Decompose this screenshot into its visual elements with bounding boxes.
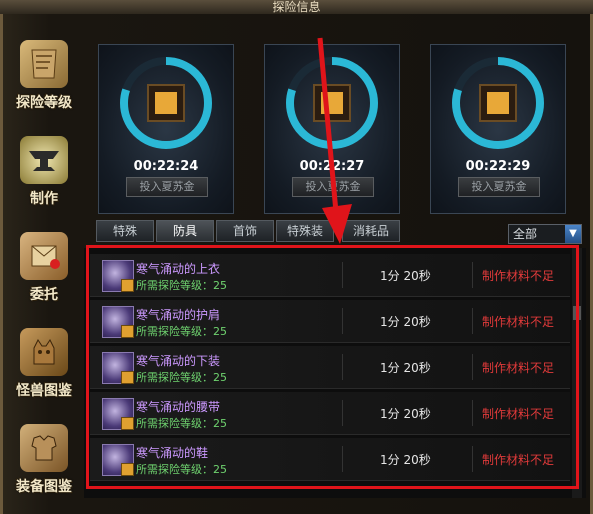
filter-value: 全部 bbox=[513, 227, 538, 241]
item-requirement: 所需探险等级：25 bbox=[136, 417, 227, 430]
status-text: 制作材料不足 bbox=[482, 269, 555, 283]
sidebar-item-label: 委托 bbox=[30, 287, 58, 303]
item-icon bbox=[102, 306, 134, 338]
sidebar-item-craft[interactable]: 制作 bbox=[7, 130, 81, 226]
craft-duration: 1分 20秒 bbox=[380, 453, 431, 467]
tab-special-equipment[interactable]: 特殊装 bbox=[276, 220, 334, 242]
invest-gold-button[interactable]: 投入夏苏金 bbox=[458, 177, 540, 197]
sidebar-item-label: 探险等级 bbox=[16, 95, 72, 111]
countdown-time: 00:22:24 bbox=[133, 159, 199, 174]
main-panel: 00:22:24 投入夏苏金 00:22:27 投入夏苏金 00:22:29 投… bbox=[84, 34, 586, 514]
item-requirement: 所需探险等级：25 bbox=[136, 325, 227, 338]
armor-icon bbox=[20, 424, 68, 472]
countdown-time: 00:22:27 bbox=[299, 159, 365, 174]
tab-accessory[interactable]: 首饰 bbox=[216, 220, 274, 242]
timer-card: 00:22:24 投入夏苏金 bbox=[98, 44, 234, 214]
status-text: 制作材料不足 bbox=[482, 453, 555, 467]
list-item[interactable]: 寒气涌动的下装 所需探险等级：25 1分 20秒 制作材料不足 bbox=[90, 346, 570, 389]
sidebar-item-label: 制作 bbox=[30, 191, 58, 207]
item-icon bbox=[102, 352, 134, 384]
list-item[interactable]: 寒气涌动的腰带 所需探险等级：25 1分 20秒 制作材料不足 bbox=[90, 392, 570, 435]
item-name: 寒气涌动的上衣 bbox=[136, 262, 221, 276]
sidebar-item-level[interactable]: 探险等级 bbox=[7, 34, 81, 130]
window-title: 探险信息 bbox=[0, 0, 593, 15]
sidebar-item-commission[interactable]: 委托 bbox=[7, 226, 81, 322]
item-requirement: 所需探险等级：25 bbox=[136, 279, 227, 292]
recipe-list: 寒气涌动的上衣 所需探险等级：25 1分 20秒 制作材料不足 寒气涌动的护肩 … bbox=[84, 248, 586, 498]
progress-ring bbox=[120, 57, 212, 149]
tab-armor[interactable]: 防具 bbox=[156, 220, 214, 242]
sidebar-item-equipment[interactable]: 装备图鉴 bbox=[7, 418, 81, 514]
scroll-thumb[interactable] bbox=[573, 306, 581, 320]
craft-duration: 1分 20秒 bbox=[380, 407, 431, 421]
list-item[interactable]: 寒气涌动的上衣 所需探险等级：25 1分 20秒 制作材料不足 bbox=[90, 254, 570, 297]
item-icon bbox=[102, 398, 134, 430]
category-tabs: 特殊 防具 首饰 特殊装 消耗品 全部 ▼ bbox=[84, 220, 586, 244]
list-scrollbar[interactable] bbox=[572, 248, 582, 498]
invest-gold-button[interactable]: 投入夏苏金 bbox=[126, 177, 208, 197]
countdown-time: 00:22:29 bbox=[465, 159, 531, 174]
monster-icon bbox=[20, 328, 68, 376]
list-item[interactable]: 寒气涌动的鞋 所需探险等级：25 1分 20秒 制作材料不足 bbox=[90, 438, 570, 481]
invest-gold-button[interactable]: 投入夏苏金 bbox=[292, 177, 374, 197]
status-text: 制作材料不足 bbox=[482, 315, 555, 329]
item-requirement: 所需探险等级：25 bbox=[136, 463, 227, 476]
progress-ring bbox=[452, 57, 544, 149]
timer-card: 00:22:27 投入夏苏金 bbox=[264, 44, 400, 214]
status-text: 制作材料不足 bbox=[482, 407, 555, 421]
tab-special[interactable]: 特殊 bbox=[96, 220, 154, 242]
list-item[interactable]: 寒气涌动的护肩 所需探险等级：25 1分 20秒 制作材料不足 bbox=[90, 300, 570, 343]
item-name: 寒气涌动的腰带 bbox=[136, 400, 221, 414]
scroll-icon bbox=[20, 40, 68, 88]
filter-dropdown[interactable]: 全部 ▼ bbox=[508, 224, 582, 244]
anvil-icon bbox=[20, 136, 68, 184]
sidebar-item-label: 怪兽图鉴 bbox=[16, 383, 72, 399]
tab-consumable[interactable]: 消耗品 bbox=[342, 220, 400, 242]
craft-duration: 1分 20秒 bbox=[380, 315, 431, 329]
craft-duration: 1分 20秒 bbox=[380, 269, 431, 283]
chevron-down-icon[interactable]: ▼ bbox=[565, 225, 581, 243]
timer-card: 00:22:29 投入夏苏金 bbox=[430, 44, 566, 214]
item-icon bbox=[102, 260, 134, 292]
item-icon bbox=[102, 444, 134, 476]
item-name: 寒气涌动的鞋 bbox=[136, 446, 209, 460]
item-requirement: 所需探险等级：25 bbox=[136, 371, 227, 384]
item-name: 寒气涌动的下装 bbox=[136, 354, 221, 368]
progress-ring bbox=[286, 57, 378, 149]
item-name: 寒气涌动的护肩 bbox=[136, 308, 221, 322]
sidebar-item-monster[interactable]: 怪兽图鉴 bbox=[7, 322, 81, 418]
letter-icon bbox=[20, 232, 68, 280]
sidebar: 探险等级 制作 委托 怪兽图鉴 装备图鉴 bbox=[7, 34, 81, 514]
sidebar-item-label: 装备图鉴 bbox=[16, 479, 72, 495]
status-text: 制作材料不足 bbox=[482, 361, 555, 375]
craft-duration: 1分 20秒 bbox=[380, 361, 431, 375]
